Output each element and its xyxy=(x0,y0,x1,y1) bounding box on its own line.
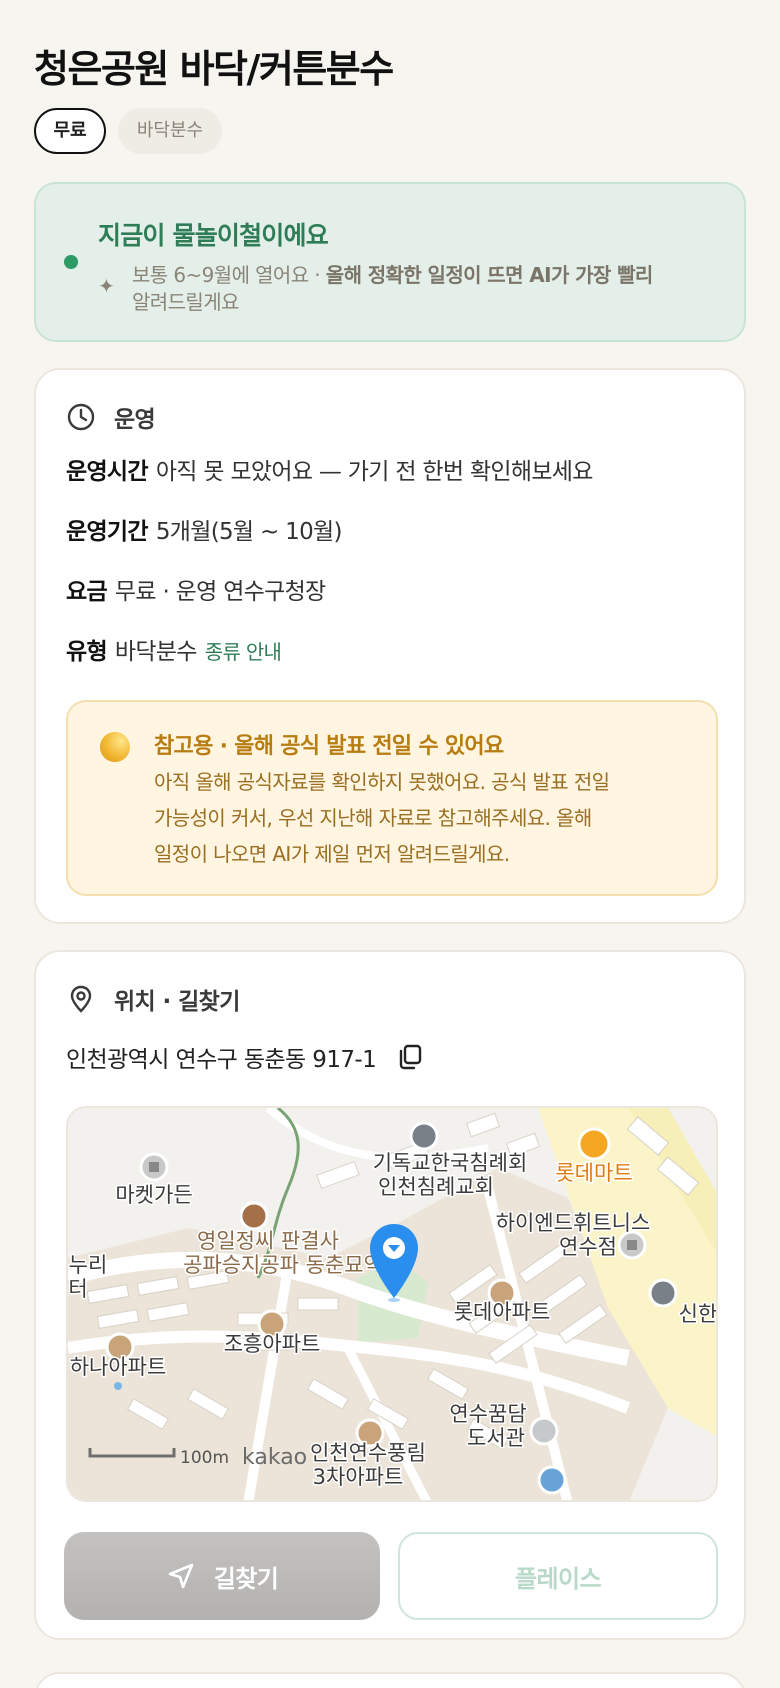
next-card xyxy=(34,1672,746,1688)
fee-chip: 무료 xyxy=(34,108,106,154)
map-label-shinhan: 신한 xyxy=(679,1302,718,1326)
map-label-lotte-apt: 롯데아파트 xyxy=(454,1300,551,1324)
map-label-hiend-2: 연수점 xyxy=(559,1235,617,1259)
address-text: 인천광역시 연수구 동춘동 917-1 xyxy=(66,1047,377,1073)
moon-icon xyxy=(100,732,130,762)
period-value: 5개월(5월 ~ 10월) xyxy=(155,519,343,545)
season-description: 보통 6~9월에 열어요 · 올해 정확한 일정이 뜨면 AI가 가장 빨리 알… xyxy=(132,262,732,316)
place-button[interactable]: 플레이스 xyxy=(398,1532,718,1620)
type-guide-link[interactable]: 종류 안내 xyxy=(205,640,282,664)
navigation-arrow-icon xyxy=(168,1563,194,1589)
map-label-church-1: 기독교한국침례회 xyxy=(373,1151,528,1175)
map-label-church-2: 인천침례교회 xyxy=(378,1175,494,1199)
season-desc-prefix: 보통 6~9월에 열어요 · xyxy=(132,263,326,287)
notice-line-3: 일정이 나오면 AI가 제일 먼저 알려드릴게요. xyxy=(154,842,510,866)
map-label-lotte-mart: 롯데마트 xyxy=(555,1161,632,1185)
sparkle-icon: ✦ xyxy=(98,274,115,298)
page-title: 청은공원 바닥/커튼분수 xyxy=(34,47,394,91)
season-heading: 지금이 물놀이철이에요 xyxy=(98,221,329,250)
location-header-label: 위치 · 길찾기 xyxy=(114,989,240,1015)
type-row: 유형 바닥분수 종류 안내 xyxy=(66,632,282,666)
status-dot xyxy=(64,255,78,269)
directions-button-label: 길찾기 xyxy=(213,1564,279,1593)
map-scale-label: 100m xyxy=(180,1448,229,1468)
type-chip: 바닥분수 xyxy=(118,108,222,154)
map-label-pungrim-2: 3차아파트 xyxy=(313,1465,404,1489)
operation-header-label: 운영 xyxy=(114,407,156,433)
location-pin-icon xyxy=(70,985,92,1013)
map-label-joheung: 조흥아파트 xyxy=(224,1332,321,1356)
hours-row: 운영시간 아직 못 모았어요 — 가기 전 한번 확인해보세요 xyxy=(66,452,593,486)
operation-header: 운영 xyxy=(66,400,156,434)
map-label-tomb-1: 영일정씨 판결사 xyxy=(197,1229,339,1253)
notice-line-1: 아직 올해 공식자료를 확인하지 못했어요. 공식 발표 전일 xyxy=(154,770,610,794)
period-key: 운영기간 xyxy=(66,519,149,545)
copy-icon[interactable] xyxy=(396,1043,424,1071)
map-label-dream-2: 도서관 xyxy=(467,1426,525,1450)
address-row: 인천광역시 연수구 동춘동 917-1 xyxy=(66,1040,424,1074)
type-value: 바닥분수 xyxy=(114,639,198,665)
season-desc-bold: 올해 정확한 일정이 뜨면 AI가 가장 빨리 xyxy=(325,263,654,287)
map-label-dream-1: 연수꿈담 xyxy=(449,1402,526,1426)
period-row: 운영기간 5개월(5월 ~ 10월) xyxy=(66,512,342,546)
operation-card: 운영 운영시간 아직 못 모았어요 — 가기 전 한번 확인해보세요 운영기간 5개… xyxy=(34,368,746,924)
place-button-label: 플레이스 xyxy=(515,1564,602,1593)
notice-line-2: 가능성이 커서, 우선 지난해 자료로 참고해주세요. 올해 xyxy=(154,806,592,830)
notice-title: 참고용 · 올해 공식 발표 전일 수 있어요 xyxy=(154,734,504,759)
map-view[interactable]: 마켓가든 기독교한국침례회 인천침례교회 영일정씨 판결사 공파승지공파 동춘묘… xyxy=(66,1106,718,1502)
map-label-hiend-1: 하이엔드휘트니스 xyxy=(496,1211,651,1235)
fee-key: 요금 xyxy=(66,579,108,605)
map-label-market-garden: 마켓가든 xyxy=(115,1183,192,1207)
location-card: 위치 · 길찾기 인천광역시 연수구 동춘동 917-1 마켓가든 기독교한국침… xyxy=(34,950,746,1640)
notice-description: 아직 올해 공식자료를 확인하지 못했어요. 공식 발표 전일 가능성이 커서,… xyxy=(154,764,694,872)
map-label-tomb-2: 공파승지공파 동춘묘역 xyxy=(183,1253,383,1277)
type-key: 유형 xyxy=(66,639,108,665)
hours-key: 운영시간 xyxy=(66,459,149,485)
reference-notice: 참고용 · 올해 공식 발표 전일 수 있어요 아직 올해 공식자료를 확인하지… xyxy=(66,700,718,896)
map-label-nuri-2: 터 xyxy=(68,1277,87,1301)
location-header: 위치 · 길찾기 xyxy=(66,982,240,1016)
directions-button[interactable]: 길찾기 xyxy=(64,1532,380,1620)
clock-icon xyxy=(67,403,95,431)
map-label-nuri-1: 누리 xyxy=(69,1253,108,1277)
season-desc-suffix: 알려드릴게요 xyxy=(132,290,239,314)
fountain-detail-page: 청은공원 바닥/커튼분수 무료 바닥분수 지금이 물놀이철이에요 ✦ 보통 6~… xyxy=(0,0,780,1688)
fee-value: 무료 · 운영 연수구청장 xyxy=(114,579,326,605)
hours-value: 아직 못 모았어요 — 가기 전 한번 확인해보세요 xyxy=(155,459,594,485)
fee-row: 요금 무료 · 운영 연수구청장 xyxy=(66,572,326,606)
kakao-logo: kakao xyxy=(242,1445,307,1470)
season-banner: 지금이 물놀이철이에요 ✦ 보통 6~9월에 열어요 · 올해 정확한 일정이 … xyxy=(34,182,746,342)
map-label-pungrim-1: 인천연수풍림 xyxy=(310,1441,426,1465)
map-label-hana: 하나아파트 xyxy=(70,1355,167,1379)
